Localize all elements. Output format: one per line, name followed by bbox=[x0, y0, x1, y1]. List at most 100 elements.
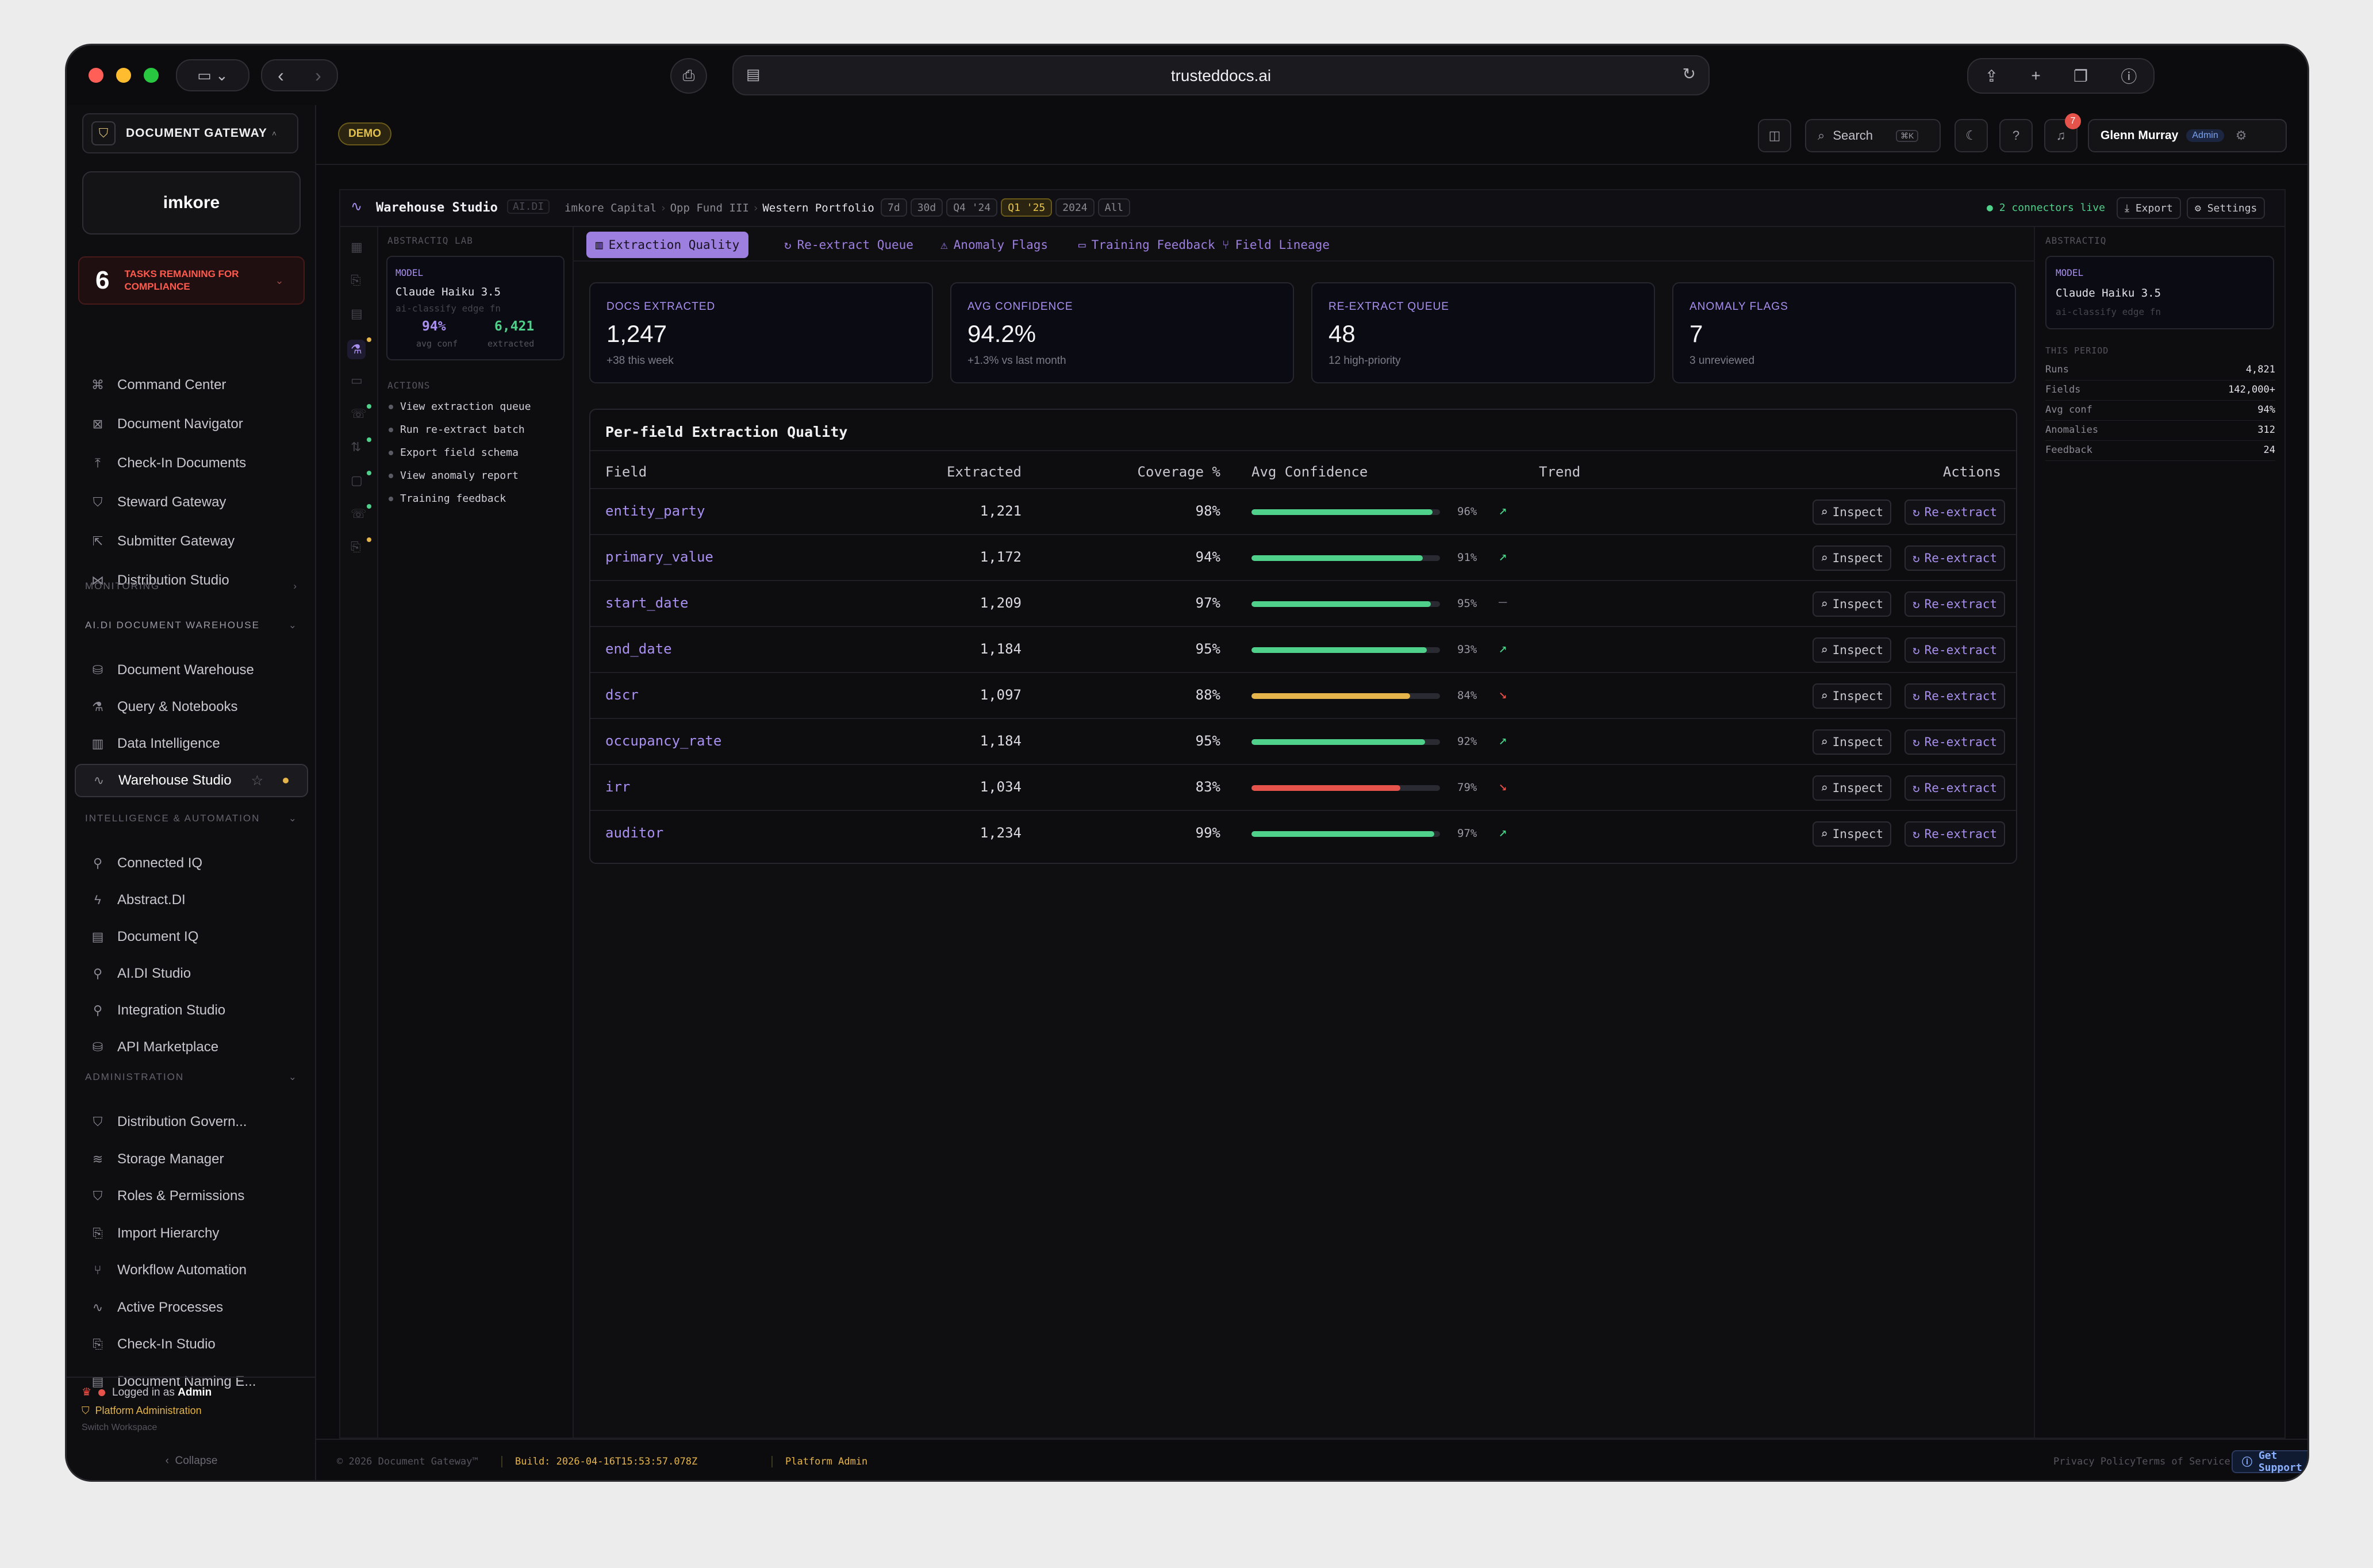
sidebar-item-check-in-studio[interactable]: ⎘ Check-In Studio bbox=[75, 1328, 308, 1361]
user-menu[interactable]: Glenn Murray Admin ⚙ bbox=[2088, 119, 2287, 152]
sidebar-item-distribution-govern[interactable]: ⛉ Distribution Govern... bbox=[75, 1105, 308, 1139]
inspect-button[interactable]: ⌕ Inspect bbox=[1813, 729, 1892, 755]
close-window-button[interactable] bbox=[89, 68, 103, 83]
rail-icon[interactable]: ⎘ bbox=[351, 540, 361, 555]
sidebar-item-roles-permissions[interactable]: ⛉ Roles & Permissions bbox=[75, 1179, 308, 1213]
rail-icon[interactable]: ▭ bbox=[351, 373, 363, 388]
forward-icon[interactable]: › bbox=[315, 65, 321, 86]
sidebar-item-warehouse-studio[interactable]: ∿ Warehouse Studio ☆ bbox=[75, 764, 308, 797]
sidebar-item-abstract-di[interactable]: ϟ Abstract.DI bbox=[75, 883, 308, 917]
gear-icon[interactable]: ⚙ bbox=[2236, 128, 2247, 143]
switch-workspace-link[interactable]: Switch Workspace bbox=[82, 1423, 316, 1433]
re-extract-button[interactable]: ↻ Re-extract bbox=[1904, 775, 2006, 801]
share-icon[interactable]: ⇪ bbox=[1985, 67, 1998, 86]
breadcrumb-item[interactable]: Opp Fund III bbox=[670, 202, 749, 214]
inspect-button[interactable]: ⌕ Inspect bbox=[1813, 637, 1892, 663]
tabs-overview-icon[interactable]: ❐ bbox=[2074, 67, 2088, 86]
period-7d[interactable]: 7d bbox=[881, 198, 907, 217]
rail-icon[interactable]: ⚗ bbox=[347, 340, 366, 359]
rail-icon[interactable]: ▦ bbox=[351, 240, 363, 255]
help-button[interactable]: ? bbox=[1999, 119, 2033, 152]
back-icon[interactable]: ‹ bbox=[278, 65, 284, 86]
rail-icon[interactable]: ☏ bbox=[351, 506, 367, 521]
terms-link[interactable]: Terms of Service bbox=[2136, 1456, 2230, 1467]
new-tab-icon[interactable]: + bbox=[2031, 67, 2040, 85]
sidebar-item-steward-gateway[interactable]: ⛉ Steward Gateway bbox=[75, 486, 308, 519]
sidebar-item-document-warehouse[interactable]: ⛁ Document Warehouse bbox=[75, 654, 308, 687]
sidebar-item-integration-studio[interactable]: ⚲ Integration Studio bbox=[75, 994, 308, 1027]
theme-toggle[interactable]: ☾ bbox=[1955, 119, 1988, 152]
sidebar-item-active-processes[interactable]: ∿ Active Processes bbox=[75, 1291, 308, 1324]
compliance-tasks-banner[interactable]: 6 TASKS REMAINING FOR COMPLIANCE ⌄ bbox=[78, 256, 305, 305]
rail-icon[interactable]: ⎘ bbox=[351, 273, 361, 288]
brand-switcher[interactable]: ⛉ DOCUMENT GATEWAY ˄ bbox=[82, 113, 298, 153]
sidebar-item-data-intelligence[interactable]: ▥ Data Intelligence bbox=[75, 727, 308, 760]
assistant-button[interactable]: ◫ bbox=[1758, 119, 1791, 152]
inspect-button[interactable]: ⌕ Inspect bbox=[1813, 591, 1892, 617]
info-icon[interactable]: ⓘ bbox=[2121, 64, 2137, 87]
tab-training-feedback[interactable]: ▭ Training Feedback bbox=[1069, 232, 1224, 258]
inspect-button[interactable]: ⌕ Inspect bbox=[1813, 499, 1892, 525]
period-all[interactable]: All bbox=[1097, 198, 1131, 217]
lab-action-training-feedback[interactable]: Training feedback bbox=[389, 493, 506, 505]
minimize-window-button[interactable] bbox=[116, 68, 131, 83]
sidebar-item-connected-iq[interactable]: ⚲ Connected IQ bbox=[75, 847, 308, 880]
sidebar-item-import-hierarchy[interactable]: ⎘ Import Hierarchy bbox=[75, 1217, 308, 1250]
field-name[interactable]: entity_party bbox=[605, 503, 705, 519]
re-extract-button[interactable]: ↻ Re-extract bbox=[1904, 591, 2006, 617]
field-name[interactable]: dscr bbox=[605, 687, 639, 703]
reload-icon[interactable]: ↻ bbox=[1683, 64, 1696, 83]
sidebar-item-storage-manager[interactable]: ≋ Storage Manager bbox=[75, 1143, 308, 1176]
period-30d[interactable]: 30d bbox=[910, 198, 943, 217]
re-extract-button[interactable]: ↻ Re-extract bbox=[1904, 637, 2006, 663]
field-name[interactable]: end_date bbox=[605, 641, 672, 657]
re-extract-button[interactable]: ↻ Re-extract bbox=[1904, 729, 2006, 755]
re-extract-button[interactable]: ↻ Re-extract bbox=[1904, 821, 2006, 847]
breadcrumb-item[interactable]: imkore Capital bbox=[565, 202, 656, 214]
inspect-button[interactable]: ⌕ Inspect bbox=[1813, 821, 1892, 847]
rail-icon[interactable]: ⇅ bbox=[351, 440, 361, 455]
inspect-button[interactable]: ⌕ Inspect bbox=[1813, 545, 1892, 571]
re-extract-button[interactable]: ↻ Re-extract bbox=[1904, 545, 2006, 571]
sidebar-item-document-navigator[interactable]: ⊠ Document Navigator bbox=[75, 408, 308, 441]
inspect-button[interactable]: ⌕ Inspect bbox=[1813, 775, 1892, 801]
re-extract-button[interactable]: ↻ Re-extract bbox=[1904, 683, 2006, 709]
breadcrumb-item[interactable]: Western Portfolio bbox=[762, 202, 874, 214]
platform-admin-link[interactable]: ⛉ Platform Administration bbox=[82, 1405, 316, 1417]
zoom-window-button[interactable] bbox=[144, 68, 159, 83]
settings-button[interactable]: ⚙ Settings bbox=[2187, 197, 2266, 219]
address-bar[interactable]: ▤ trusteddocs.ai ↻ bbox=[732, 55, 1710, 95]
notifications-button[interactable]: ♫ 7 bbox=[2044, 113, 2081, 152]
field-name[interactable]: occupancy_rate bbox=[605, 733, 721, 749]
section-intelligence[interactable]: INTELLIGENCE & AUTOMATION ⌄ bbox=[85, 810, 298, 827]
sidebar-item-submitter-gateway[interactable]: ⇱ Submitter Gateway bbox=[75, 525, 308, 558]
period-q4-24[interactable]: Q4 '24 bbox=[946, 198, 998, 217]
rail-icon[interactable]: ▢ bbox=[351, 473, 363, 488]
re-extract-button[interactable]: ↻ Re-extract bbox=[1904, 499, 2006, 525]
rail-icon[interactable]: ▤ bbox=[351, 306, 363, 321]
lab-action-run-re-extract-batch[interactable]: Run re-extract batch bbox=[389, 424, 525, 436]
star-icon[interactable]: ☆ bbox=[251, 773, 264, 789]
field-name[interactable]: auditor bbox=[605, 825, 663, 841]
sidebar-item-api-marketplace[interactable]: ⛁ API Marketplace bbox=[75, 1031, 308, 1064]
tab-anomaly-flags[interactable]: ⚠ Anomaly Flags bbox=[931, 232, 1057, 258]
sidebar-item-ai-di-studio[interactable]: ⚲ AI.DI Studio bbox=[75, 957, 308, 990]
collapse-button[interactable]: ‹ Collapse bbox=[67, 1455, 316, 1467]
sidebar-item-query-notebooks[interactable]: ⚗ Query & Notebooks bbox=[75, 690, 308, 724]
lab-action-export-field-schema[interactable]: Export field schema bbox=[389, 447, 519, 459]
sidebar-toggle-button[interactable]: ▭ ⌄ bbox=[176, 59, 249, 91]
privacy-link[interactable]: Privacy Policy bbox=[2053, 1456, 2136, 1467]
sidebar-item-check-in-documents[interactable]: ⤒ Check-In Documents bbox=[75, 447, 308, 480]
section-administration[interactable]: ADMINISTRATION ⌄ bbox=[85, 1069, 298, 1086]
sidebar-item-command-center[interactable]: ⌘ Command Center bbox=[75, 368, 308, 402]
section-monitoring[interactable]: MONITORING › bbox=[85, 578, 298, 595]
section-warehouse[interactable]: AI.DI DOCUMENT WAREHOUSE ⌄ bbox=[85, 617, 298, 634]
sidebar-item-workflow-automation[interactable]: ⑂ Workflow Automation bbox=[75, 1254, 308, 1287]
rail-icon[interactable]: ☏ bbox=[351, 406, 367, 421]
inspect-button[interactable]: ⌕ Inspect bbox=[1813, 683, 1892, 709]
field-name[interactable]: start_date bbox=[605, 595, 689, 611]
field-name[interactable]: primary_value bbox=[605, 549, 713, 565]
period-q1-25[interactable]: Q1 '25 bbox=[1001, 198, 1053, 217]
lab-action-view-extraction-queue[interactable]: View extraction queue bbox=[389, 401, 531, 413]
search-button[interactable]: ⌕ Search ⌘K bbox=[1805, 119, 1941, 152]
